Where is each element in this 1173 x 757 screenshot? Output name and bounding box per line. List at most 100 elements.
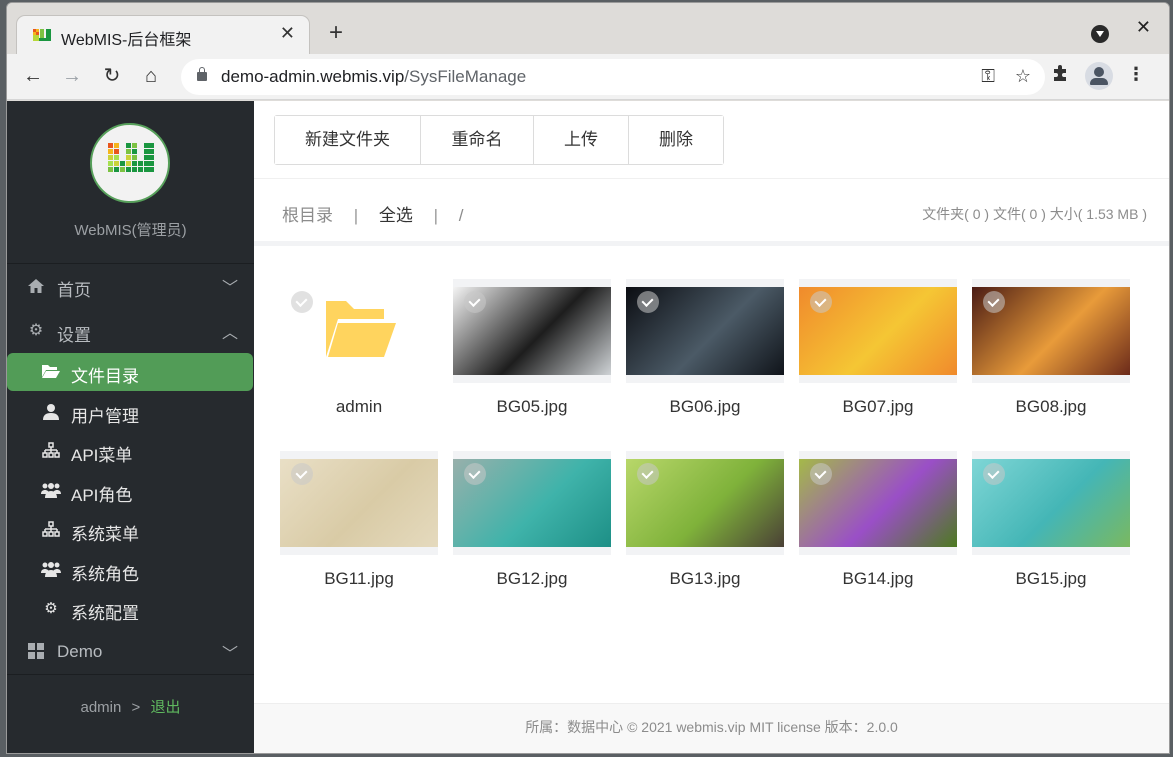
- sidebar-item-label: 用户管理: [71, 407, 139, 426]
- folder-item[interactable]: admin: [280, 279, 438, 439]
- back-icon[interactable]: ←: [21, 64, 45, 88]
- sidebar-item-system-role[interactable]: 系统角色: [7, 551, 254, 589]
- divider: [254, 178, 1169, 179]
- file-name: admin: [335, 397, 383, 416]
- file-item[interactable]: BG11.jpg: [280, 451, 438, 611]
- reload-icon[interactable]: ↻: [100, 64, 124, 88]
- menu-label: 首页: [57, 281, 91, 300]
- page: WebMIS(管理员) 首页 ﹀ ⚙ 设置 ︿ 文件目录 用户管理 API菜单 …: [7, 101, 1169, 753]
- webmis-logo-icon: [108, 143, 154, 172]
- file-name: BG07.jpg: [842, 397, 914, 416]
- image-thumbnail: [626, 451, 784, 555]
- sidebar-item-label: API角色: [71, 486, 133, 505]
- select-checkbox-icon[interactable]: [637, 291, 659, 313]
- footer: 所属：数据中心 © 2021 webmis.vip MIT license 版本…: [254, 703, 1169, 753]
- forward-icon[interactable]: →: [60, 64, 84, 88]
- sidebar-item-file-directory[interactable]: 文件目录: [7, 353, 253, 391]
- select-all-link[interactable]: 全选: [379, 206, 413, 225]
- chevron-up-icon: ︿: [221, 325, 238, 342]
- file-item[interactable]: BG15.jpg: [972, 451, 1130, 611]
- file-item[interactable]: BG05.jpg: [453, 279, 611, 439]
- user-icon: [41, 403, 61, 421]
- home-icon[interactable]: ⌂: [139, 64, 163, 88]
- url-path: /SysFileManage: [404, 67, 527, 86]
- sidebar-item-api-menu[interactable]: API菜单: [7, 432, 254, 470]
- select-checkbox-icon[interactable]: [464, 291, 486, 313]
- address-bar[interactable]: demo-admin.webmis.vip/SysFileManage ⚿ ☆: [181, 59, 1045, 95]
- delete-button[interactable]: 删除: [629, 116, 723, 164]
- select-checkbox-icon[interactable]: [983, 463, 1005, 485]
- sitemap-icon: [41, 442, 61, 460]
- action-toolbar: 新建文件夹 重命名 上传 删除: [274, 115, 724, 165]
- upload-button[interactable]: 上传: [534, 116, 629, 164]
- profile-icon[interactable]: [1085, 62, 1113, 90]
- sidebar: WebMIS(管理员) 首页 ﹀ ⚙ 设置 ︿ 文件目录 用户管理 API菜单 …: [7, 101, 254, 753]
- separator: |: [433, 206, 439, 225]
- home-icon: [27, 277, 45, 295]
- file-name: BG13.jpg: [669, 569, 741, 588]
- main-content: 新建文件夹 重命名 上传 删除 根目录 | 全选 | / 文件夹( 0 ) 文件…: [254, 101, 1169, 753]
- menu-label: Demo: [57, 642, 103, 661]
- select-checkbox-icon[interactable]: [983, 291, 1005, 313]
- folder-thumbnail: [280, 279, 438, 383]
- menu-demo[interactable]: Demo ﹀: [7, 632, 254, 672]
- file-item[interactable]: BG14.jpg: [799, 451, 957, 611]
- rename-button[interactable]: 重命名: [421, 116, 534, 164]
- image-thumbnail: [972, 451, 1130, 555]
- tab-title: WebMIS-后台框架: [61, 32, 192, 49]
- window-close-icon[interactable]: ✕: [1136, 17, 1151, 38]
- sidebar-item-api-role[interactable]: API角色: [7, 472, 254, 510]
- select-checkbox-icon[interactable]: [810, 463, 832, 485]
- image-thumbnail: [626, 279, 784, 383]
- users-icon: [41, 482, 61, 500]
- divider: [7, 674, 254, 675]
- menu-home[interactable]: 首页 ﹀: [7, 266, 254, 306]
- select-checkbox-icon[interactable]: [464, 463, 486, 485]
- tab-strip: WebMIS-后台框架 ✕ + ✕: [7, 3, 1169, 55]
- file-item[interactable]: BG12.jpg: [453, 451, 611, 611]
- file-name: BG12.jpg: [496, 569, 568, 588]
- file-item[interactable]: BG07.jpg: [799, 279, 957, 439]
- users-icon: [41, 561, 61, 579]
- browser-tab[interactable]: WebMIS-后台框架 ✕: [16, 15, 310, 55]
- sidebar-item-system-config[interactable]: ⚙ 系统配置: [7, 590, 254, 628]
- file-stats: 文件夹( 0 ) 文件( 0 ) 大小( 1.53 MB ): [922, 206, 1147, 222]
- logo: [90, 123, 170, 203]
- file-name: BG14.jpg: [842, 569, 914, 588]
- tab-search-icon[interactable]: [1091, 25, 1109, 43]
- star-icon[interactable]: ☆: [1015, 66, 1031, 87]
- separator: |: [353, 206, 359, 225]
- url-host: demo-admin.webmis.vip: [221, 67, 405, 86]
- select-checkbox-icon[interactable]: [637, 463, 659, 485]
- select-checkbox-icon[interactable]: [291, 291, 313, 313]
- sidebar-item-label: 文件目录: [71, 367, 139, 386]
- image-thumbnail: [280, 451, 438, 555]
- file-item[interactable]: BG13.jpg: [626, 451, 784, 611]
- image-thumbnail: [799, 451, 957, 555]
- root-directory-link[interactable]: 根目录: [282, 206, 333, 225]
- sidebar-item-system-menu[interactable]: 系统菜单: [7, 511, 254, 549]
- sidebar-item-user-management[interactable]: 用户管理: [7, 393, 254, 431]
- chevron-down-icon: ﹀: [221, 646, 238, 663]
- file-name: BG15.jpg: [1015, 569, 1087, 588]
- menu-settings[interactable]: ⚙ 设置 ︿: [7, 311, 254, 351]
- select-checkbox-icon[interactable]: [810, 291, 832, 313]
- extensions-icon[interactable]: [1051, 64, 1069, 87]
- lock-icon: [197, 67, 207, 81]
- folder-icon: [326, 301, 396, 357]
- username: admin: [80, 699, 122, 716]
- url-text[interactable]: demo-admin.webmis.vip/SysFileManage: [221, 67, 526, 87]
- select-checkbox-icon[interactable]: [291, 463, 313, 485]
- file-item[interactable]: BG08.jpg: [972, 279, 1130, 439]
- file-item[interactable]: BG06.jpg: [626, 279, 784, 439]
- file-name: BG05.jpg: [496, 397, 568, 416]
- sitemap-icon: [41, 521, 61, 539]
- logout-link[interactable]: 退出: [150, 699, 180, 716]
- tab-close-icon[interactable]: ✕: [280, 23, 295, 44]
- new-folder-button[interactable]: 新建文件夹: [275, 116, 421, 164]
- file-name: BG06.jpg: [669, 397, 741, 416]
- key-icon[interactable]: ⚿: [981, 66, 995, 87]
- chevron-down-icon: ﹀: [221, 280, 238, 297]
- new-tab-button[interactable]: +: [329, 21, 343, 45]
- menu-icon[interactable]: ⋮: [1127, 64, 1145, 85]
